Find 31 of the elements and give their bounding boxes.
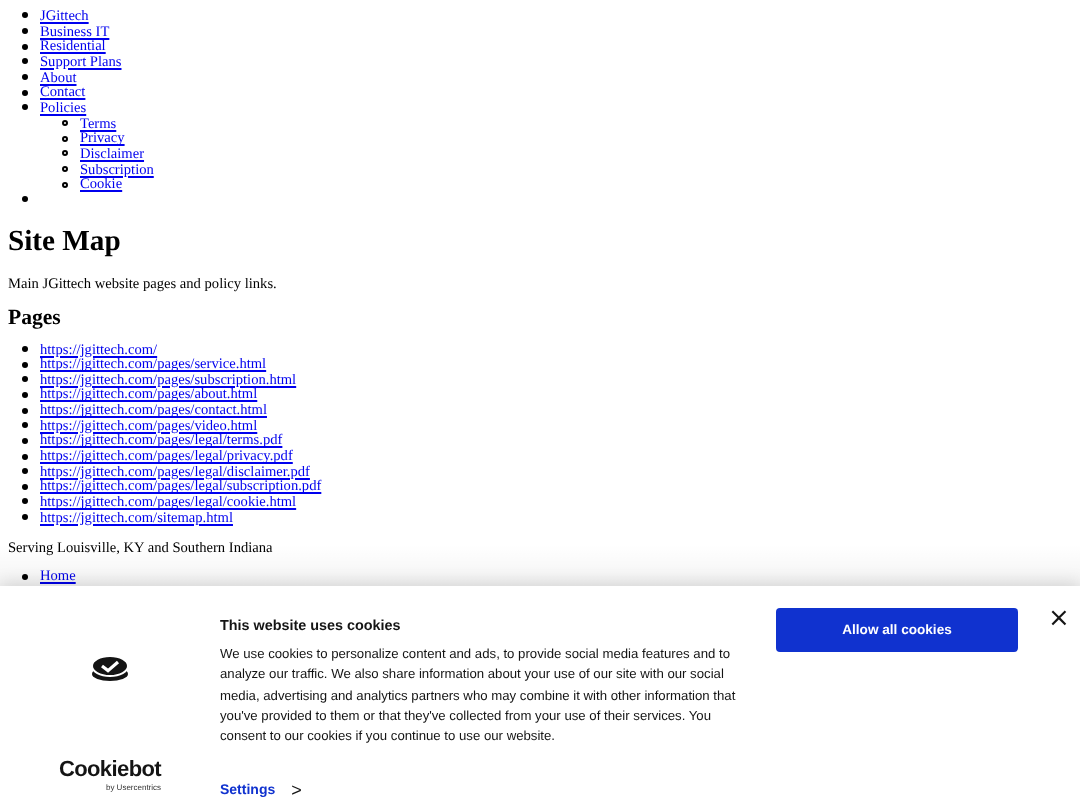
bullet-icon <box>62 165 68 172</box>
bullet-icon <box>22 43 28 50</box>
bullet-icon <box>22 89 28 96</box>
bullet-icon <box>22 28 28 35</box>
bullet-icon <box>62 150 68 157</box>
bullet-icon <box>22 468 28 475</box>
bullet-icon <box>62 181 68 188</box>
bullet-icon <box>22 391 28 398</box>
bullet-icon <box>22 58 28 65</box>
bullet-icon <box>62 119 68 126</box>
bullet-icon <box>22 453 28 459</box>
bullet-icon <box>62 135 68 142</box>
cookiebot-logo: Cookiebot <box>58 758 162 782</box>
bullet-icon <box>22 514 28 521</box>
close-button[interactable]: × <box>1048 608 1070 632</box>
bullet-icon <box>22 437 28 444</box>
bullet-icon <box>22 422 28 429</box>
bullet-icon <box>22 361 28 368</box>
section-heading: Pages <box>8 305 63 330</box>
page-title: Site Map <box>8 225 123 258</box>
bullet-icon <box>22 498 28 505</box>
bullet-icon <box>22 573 28 580</box>
bullet-icon <box>22 345 28 352</box>
bullet-icon <box>22 74 28 81</box>
bullet-icon <box>22 12 28 19</box>
bullet-icon <box>22 104 28 111</box>
bullet-icon <box>22 483 28 490</box>
cookie-check-icon <box>90 654 130 682</box>
bullet-icon <box>22 196 28 203</box>
bullet-icon <box>22 407 28 414</box>
bullet-icon <box>22 376 28 383</box>
